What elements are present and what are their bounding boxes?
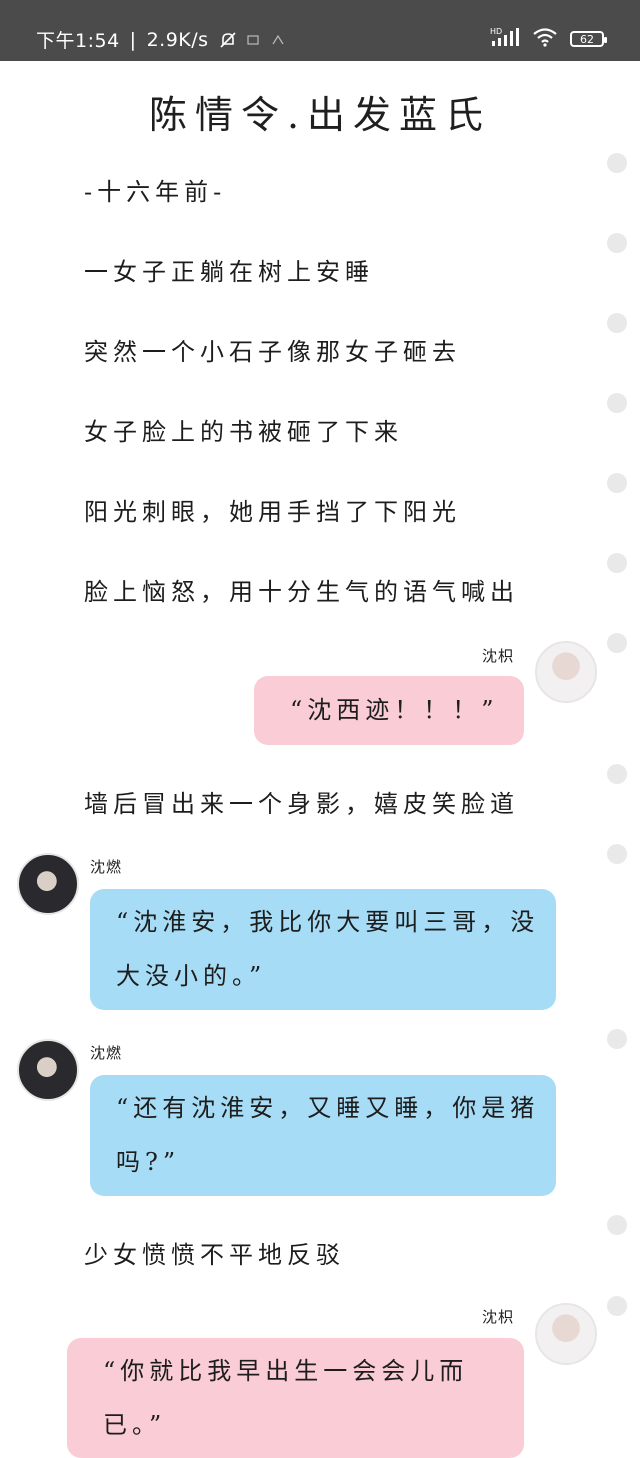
speaker-name: 沈枳 <box>482 1308 515 1326</box>
narration-line: 一女子正躺在树上安睡 <box>84 258 374 286</box>
speaker-name: 沈枳 <box>482 647 515 665</box>
narration-line: 阳光刺眼，她用手挡了下阳光 <box>84 498 461 526</box>
net-speed: 2.9K/s <box>146 28 209 51</box>
message-text-line: 吗?” <box>116 1148 181 1176</box>
clock: 下午1:54 <box>36 30 120 52</box>
story-title: 陈情令.出发蓝氏 <box>148 93 492 137</box>
avatar[interactable] <box>17 853 79 915</box>
message-text-line: “沈淮安，我比你大要叫三哥，没 <box>116 908 540 936</box>
rail-dot[interactable] <box>607 1215 627 1235</box>
wifi-icon <box>532 27 558 51</box>
rail-dot[interactable] <box>607 153 627 173</box>
message-text-line: 已。” <box>103 1411 167 1439</box>
rail-dot[interactable] <box>607 473 627 493</box>
battery-level: 62 <box>580 32 594 46</box>
battery-icon: 62 <box>570 31 607 47</box>
app-notification-icon <box>246 34 261 46</box>
message-bubble: “还有沈淮安，又睡又睡，你是猪 吗?” <box>90 1075 556 1196</box>
message-bubble: “沈西迹！！！” <box>254 676 524 745</box>
status-bar: 下午1:54 | 2.9K/s HD 62 <box>0 0 640 61</box>
rail-dot[interactable] <box>607 393 627 413</box>
rail-dot[interactable] <box>607 1296 627 1316</box>
rail-dot[interactable] <box>607 313 627 333</box>
speaker-name: 沈燃 <box>90 1044 123 1062</box>
narration-line: 女子脸上的书被砸了下来 <box>84 418 403 446</box>
status-left: 下午1:54 | 2.9K/s <box>36 26 285 53</box>
rail-dot[interactable] <box>607 233 627 253</box>
message-bubble: “沈淮安，我比你大要叫三哥，没 大没小的。” <box>90 889 556 1010</box>
narration-line: 墙后冒出来一个身影，嬉皮笑脸道 <box>84 790 519 818</box>
message-text-line: “还有沈淮安，又睡又睡，你是猪 <box>116 1094 540 1122</box>
narration-line: -十六年前- <box>84 178 227 206</box>
message-text: “沈西迹！！！” <box>290 696 499 724</box>
app-notification-icon-2 <box>271 34 285 46</box>
status-right: HD 62 <box>490 27 607 51</box>
rail-dot[interactable] <box>607 1029 627 1049</box>
avatar[interactable] <box>17 1039 79 1101</box>
svg-text:HD: HD <box>490 27 502 36</box>
message-bubble: “你就比我早出生一会会儿而 已。” <box>67 1338 524 1458</box>
rail-dot[interactable] <box>607 553 627 573</box>
message-text-line: “你就比我早出生一会会儿而 <box>103 1357 469 1385</box>
avatar[interactable] <box>535 641 597 703</box>
message-text-line: 大没小的。” <box>116 962 267 990</box>
signal-icon: HD <box>490 27 520 51</box>
bell-muted-icon <box>219 31 237 49</box>
rail-dot[interactable] <box>607 844 627 864</box>
rail-dot[interactable] <box>607 764 627 784</box>
avatar[interactable] <box>535 1303 597 1365</box>
narration-line: 突然一个小石子像那女子砸去 <box>84 338 461 366</box>
narration-line: 少女愤愤不平地反驳 <box>84 1241 345 1269</box>
speaker-name: 沈燃 <box>90 858 123 876</box>
rail-dot[interactable] <box>607 633 627 653</box>
narration-line: 脸上恼怒，用十分生气的语气喊出 <box>84 578 519 606</box>
